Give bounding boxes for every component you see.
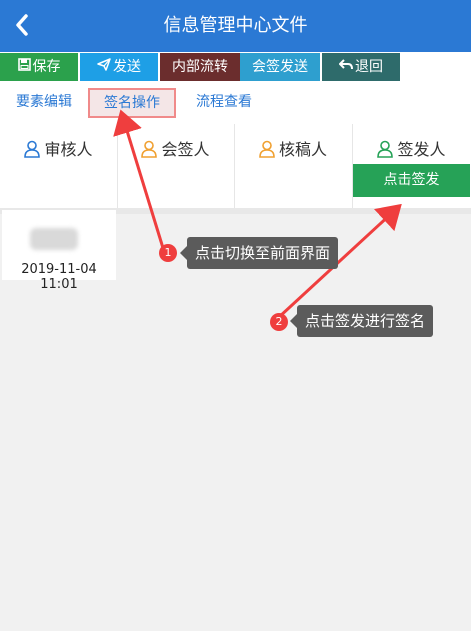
signature-timestamp: 2019-11-04 11:01 xyxy=(21,262,97,292)
user-icon xyxy=(377,140,394,158)
return-button[interactable]: 退回 xyxy=(322,53,400,81)
page-title: 信息管理中心文件 xyxy=(163,15,308,36)
send-label: 发送 xyxy=(113,59,141,75)
top-bar: 信息管理中心文件 xyxy=(0,0,471,52)
role-proofreader-label: 核稿人 xyxy=(278,140,327,159)
annotation-tooltip-1: 点击切换至前面界面 xyxy=(179,237,339,269)
user-icon xyxy=(141,140,158,158)
return-label: 退回 xyxy=(355,59,383,75)
user-icon xyxy=(259,140,275,158)
save-icon xyxy=(17,53,31,81)
tab-bar: 要素编辑 签名操作 流程查看 xyxy=(0,82,471,125)
role-proofreader: 核稿人 xyxy=(234,124,353,208)
role-reviewer-label: 审核人 xyxy=(44,140,93,159)
user-icon xyxy=(24,140,41,158)
countersign-send-button[interactable]: 会签发送 xyxy=(240,53,320,81)
role-issuer-label: 签发人 xyxy=(397,140,446,159)
tab-signature-operation[interactable]: 签名操作 xyxy=(88,88,176,118)
tab-flow-view[interactable]: 流程查看 xyxy=(196,89,252,115)
countersign-send-label: 会签发送 xyxy=(252,59,308,75)
role-reviewer: 审核人 xyxy=(0,124,118,208)
action-toolbar: 保存 发送 内部流转 会签发送 退回 xyxy=(0,52,471,82)
send-button[interactable]: 发送 xyxy=(80,53,158,81)
annotation-badge-1: 1 xyxy=(159,244,177,262)
blurred-signature xyxy=(30,228,78,250)
click-to-sign-button[interactable]: 点击签发 xyxy=(353,164,470,197)
tab-element-edit[interactable]: 要素编辑 xyxy=(16,89,72,115)
signature-record-card: 2019-11-04 11:01 xyxy=(2,210,116,292)
paper-plane-icon xyxy=(97,53,111,81)
save-label: 保存 xyxy=(32,59,61,75)
internal-transfer-label: 内部流转 xyxy=(172,59,228,75)
annotation-tooltip-2: 点击签发进行签名 xyxy=(289,305,434,337)
role-countersigner-label: 会签人 xyxy=(161,140,210,159)
save-button[interactable]: 保存 xyxy=(0,53,78,81)
internal-transfer-button[interactable]: 内部流转 xyxy=(160,53,240,81)
reply-icon xyxy=(339,53,353,81)
annotation-badge-2: 2 xyxy=(270,313,288,331)
role-countersigner: 会签人 xyxy=(117,124,235,208)
